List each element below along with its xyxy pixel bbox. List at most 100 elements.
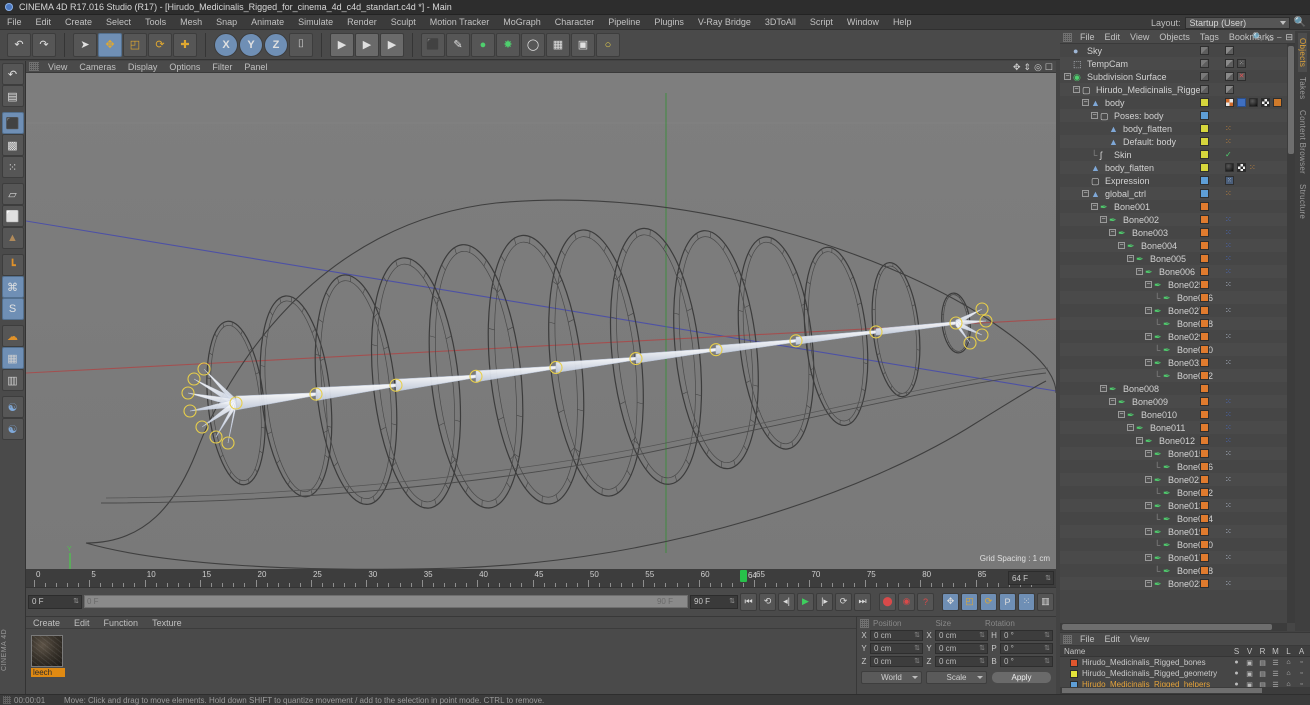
tree-collapse-toggle[interactable]: −: [1145, 502, 1152, 509]
object-name[interactable]: Default: body: [1123, 137, 1176, 147]
tree-collapse-toggle[interactable]: −: [1100, 216, 1107, 223]
menu-simulate[interactable]: Simulate: [291, 15, 340, 30]
play-forward-button[interactable]: ⟳: [835, 592, 852, 611]
object-name[interactable]: TempCam: [1087, 59, 1128, 69]
layer-color-swatch[interactable]: [1200, 228, 1209, 237]
spinner-icon[interactable]: ⇅: [1044, 657, 1050, 667]
move-icon[interactable]: ✥: [98, 32, 122, 57]
object-name[interactable]: Bone021: [1168, 475, 1204, 485]
object-name[interactable]: Bone003: [1132, 228, 1168, 238]
vertical-tab-objects[interactable]: Objects: [1298, 33, 1307, 73]
layer-name[interactable]: Hirudo_Medicinalis_Rigged_geometry: [1082, 669, 1217, 678]
magnet-icon[interactable]: ☁: [1, 325, 24, 347]
enable-snap-icon[interactable]: S: [1, 298, 24, 320]
minus-icon[interactable]: ⎯: [1277, 32, 1282, 43]
visibility-dots-icon[interactable]: [1200, 85, 1209, 94]
viewport-menu-options[interactable]: Options: [163, 61, 206, 73]
coordinate-system-dropdown[interactable]: World: [861, 671, 922, 684]
tree-collapse-toggle[interactable]: −: [1109, 398, 1116, 405]
object-tree-row[interactable]: └ ✒ Bone020: [1060, 538, 1287, 551]
layermgr-menu-file[interactable]: File: [1075, 633, 1100, 646]
blue-dots-tag-icon[interactable]: ⁙: [1225, 410, 1234, 419]
tree-collapse-toggle[interactable]: −: [1136, 268, 1143, 275]
blue-dots-tag-icon[interactable]: ⁙: [1225, 267, 1234, 276]
layer-toggle-v[interactable]: ▣: [1243, 669, 1256, 678]
blue-dots-tag-icon[interactable]: ⁙: [1225, 215, 1234, 224]
menu-plugins[interactable]: Plugins: [647, 15, 691, 30]
object-tree-row[interactable]: − ✒ Bone031 ⁙: [1060, 356, 1287, 369]
object-tree-row[interactable]: − ✒ Bone008: [1060, 382, 1287, 395]
nurbs-icon[interactable]: ●: [471, 32, 495, 57]
material-menu-create[interactable]: Create: [26, 617, 67, 629]
blue-dots-tag-icon[interactable]: ⁙: [1225, 397, 1234, 406]
object-tree-row[interactable]: └ ✒ Bone030: [1060, 343, 1287, 356]
menu-mesh[interactable]: Mesh: [173, 15, 209, 30]
layer-color-swatch[interactable]: [1200, 488, 1209, 497]
object-name[interactable]: Bone002: [1123, 215, 1159, 225]
object-tree-row[interactable]: − ✒ Bone004 ⁙: [1060, 239, 1287, 252]
blue-dots-tag-icon[interactable]: ⁙: [1225, 228, 1234, 237]
blue-dots-tag-icon[interactable]: ⁙: [1225, 254, 1234, 263]
object-name[interactable]: Subdivision Surface: [1087, 72, 1167, 82]
object-name[interactable]: Bone004: [1141, 241, 1177, 251]
layer-color-swatch[interactable]: [1200, 371, 1209, 380]
material-menu-edit[interactable]: Edit: [67, 617, 97, 629]
y-axis-icon[interactable]: Y: [239, 32, 263, 57]
layer-color-swatch[interactable]: [1200, 527, 1209, 536]
layer-color-swatch[interactable]: [1200, 449, 1209, 458]
object-tree-row[interactable]: └ ✒ Bone028: [1060, 317, 1287, 330]
xpresso-tag-icon[interactable]: ⁙: [1225, 176, 1234, 185]
scale-key-button[interactable]: ◰: [961, 592, 978, 611]
menu-3dtoall[interactable]: 3DToAll: [758, 15, 803, 30]
play-backwards-button[interactable]: ⟲: [759, 592, 776, 611]
material-tag-icon[interactable]: [1225, 163, 1234, 172]
layer-color-swatch[interactable]: [1070, 658, 1078, 667]
gray-tag-icon[interactable]: [1225, 46, 1234, 55]
rotation-field[interactable]: 0 ° ⇅: [1000, 630, 1053, 641]
keyframe-selection-button[interactable]: ?: [917, 592, 934, 611]
layer-toggle-m[interactable]: ☰: [1269, 658, 1282, 667]
tree-collapse-toggle[interactable]: −: [1073, 86, 1080, 93]
menu-tools[interactable]: Tools: [138, 15, 173, 30]
layer-color-swatch[interactable]: [1200, 98, 1209, 107]
object-name[interactable]: Bone009: [1132, 397, 1168, 407]
layermgr-menu-view[interactable]: View: [1125, 633, 1154, 646]
object-name[interactable]: body_flatten: [1123, 124, 1172, 134]
array-icon[interactable]: ✸: [496, 32, 520, 57]
object-tree-row[interactable]: − ◉ Subdivision Surface ✕: [1060, 70, 1287, 83]
object-name[interactable]: Bone006: [1159, 267, 1195, 277]
check-tag-icon[interactable]: ✓: [1225, 150, 1234, 159]
layer-color-swatch[interactable]: [1200, 514, 1209, 523]
position-field[interactable]: 0 cm ⇅: [870, 630, 923, 641]
layer-color-swatch[interactable]: [1200, 267, 1209, 276]
object-tree-row[interactable]: ▲ body_flatten ⁙: [1060, 161, 1287, 174]
layer-color-swatch[interactable]: [1200, 137, 1209, 146]
deformer-icon[interactable]: ◯: [521, 32, 545, 57]
tree-collapse-toggle[interactable]: −: [1127, 424, 1134, 431]
render-view-icon[interactable]: ▶: [330, 32, 354, 57]
layer-toggle-m[interactable]: ☰: [1269, 669, 1282, 678]
playhead[interactable]: [739, 570, 747, 582]
object-tree-row[interactable]: └ ✒ Bone022: [1060, 486, 1287, 499]
white-dots-tag-icon[interactable]: ⁙: [1225, 553, 1234, 562]
white-dots-tag-icon[interactable]: ⁙: [1225, 527, 1234, 536]
spinner-icon[interactable]: ⇅: [979, 657, 985, 667]
texture-tag-icon[interactable]: [1237, 163, 1246, 172]
object-name[interactable]: Poses: body: [1114, 111, 1164, 121]
object-tree-row[interactable]: └ ✒ Bone026: [1060, 291, 1287, 304]
layer-color-swatch[interactable]: [1200, 319, 1209, 328]
objmgr-menu-edit[interactable]: Edit: [1100, 31, 1126, 44]
objmgr-menu-tags[interactable]: Tags: [1195, 31, 1224, 44]
spinner-icon[interactable]: ⇅: [1044, 644, 1050, 654]
python-tag-icon[interactable]: ☯: [1, 396, 24, 418]
tree-collapse-toggle[interactable]: −: [1145, 528, 1152, 535]
object-tree-row[interactable]: └ ✒ Bone014: [1060, 512, 1287, 525]
object-tree-row[interactable]: − ✒ Bone013 ⁙: [1060, 499, 1287, 512]
layer-color-swatch[interactable]: [1200, 397, 1209, 406]
object-name[interactable]: Bone005: [1150, 254, 1186, 264]
object-tree-row[interactable]: − ✒ Bone025 ⁙: [1060, 278, 1287, 291]
layer-color-swatch[interactable]: [1200, 241, 1209, 250]
dots-tag-icon[interactable]: ⁙: [1225, 124, 1234, 133]
layer-color-swatch[interactable]: [1200, 410, 1209, 419]
points-mode-icon[interactable]: ⁙: [1, 156, 24, 178]
